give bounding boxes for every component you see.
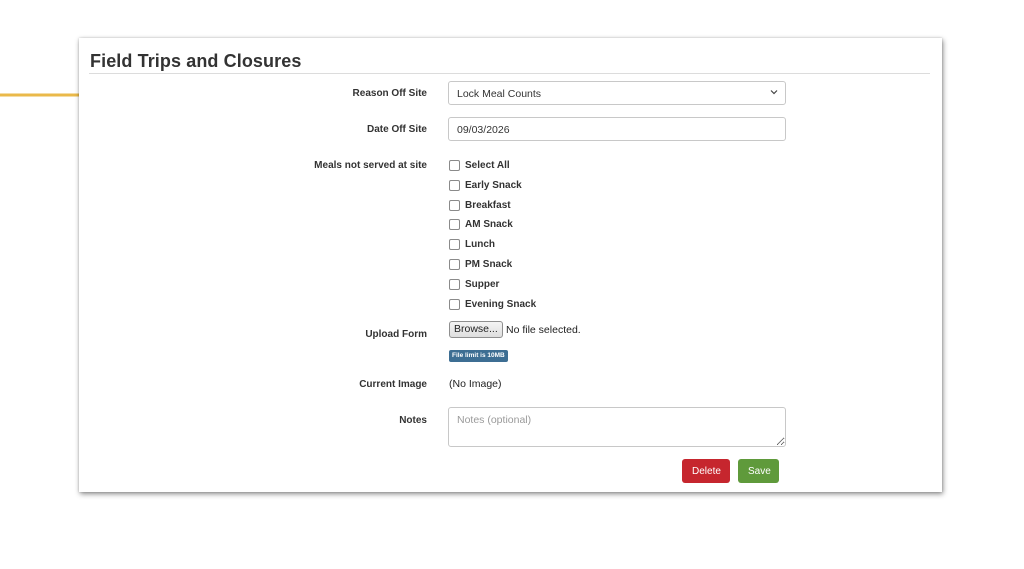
reason-select[interactable]: Lock Meal Counts xyxy=(448,81,786,105)
field-trips-panel: Field Trips and Closures Reason Off Site… xyxy=(79,38,942,492)
meal-option-label: Early Snack xyxy=(465,179,522,191)
browse-button[interactable]: Browse... xyxy=(449,321,503,338)
meal-option-am-snack[interactable]: AM Snack xyxy=(449,217,513,231)
file-status: No file selected. xyxy=(506,324,581,336)
meal-option-label: Select All xyxy=(465,159,510,171)
checkbox[interactable] xyxy=(449,199,460,211)
meal-option-label: PM Snack xyxy=(465,258,513,270)
checkbox[interactable] xyxy=(449,179,460,191)
current-image-value: (No Image) xyxy=(449,378,502,390)
checkbox[interactable] xyxy=(449,298,460,310)
meal-option-lunch[interactable]: Lunch xyxy=(449,237,495,251)
meal-option-early-snack[interactable]: Early Snack xyxy=(449,178,522,192)
save-button[interactable]: Save xyxy=(738,459,779,483)
panel-title: Field Trips and Closures xyxy=(90,51,302,71)
file-limit-badge: File limit is 10MB xyxy=(449,350,508,362)
meal-option-select-all[interactable]: Select All xyxy=(449,158,510,172)
reason-select-value: Lock Meal Counts xyxy=(457,88,542,100)
meal-option-label: AM Snack xyxy=(465,218,513,230)
date-label: Date Off Site xyxy=(366,124,427,135)
date-input[interactable]: 09/03/2026 xyxy=(448,117,786,141)
checkbox[interactable] xyxy=(449,159,460,171)
reason-label: Reason Off Site xyxy=(352,88,427,99)
meal-option-label: Evening Snack xyxy=(465,298,537,310)
meal-option-supper[interactable]: Supper xyxy=(449,277,499,291)
notes-textarea[interactable] xyxy=(448,407,786,447)
checkbox[interactable] xyxy=(449,238,460,250)
title-divider xyxy=(89,73,930,74)
checkbox[interactable] xyxy=(449,218,460,230)
meal-option-breakfast[interactable]: Breakfast xyxy=(449,198,511,212)
delete-button[interactable]: Delete xyxy=(682,459,730,483)
upload-label: Upload Form xyxy=(365,329,427,340)
meals-label: Meals not served at site xyxy=(314,160,427,171)
meal-option-pm-snack[interactable]: PM Snack xyxy=(449,257,512,271)
meal-option-label: Breakfast xyxy=(465,199,511,211)
checkbox[interactable] xyxy=(449,258,460,270)
meal-option-label: Supper xyxy=(465,278,500,290)
notes-label: Notes xyxy=(399,415,427,426)
current-image-label: Current Image xyxy=(359,379,427,390)
meal-option-evening-snack[interactable]: Evening Snack xyxy=(449,297,536,311)
date-input-value: 09/03/2026 xyxy=(457,124,510,136)
chevron-down-icon xyxy=(770,90,778,95)
checkbox[interactable] xyxy=(449,278,460,290)
meal-option-label: Lunch xyxy=(465,238,495,250)
